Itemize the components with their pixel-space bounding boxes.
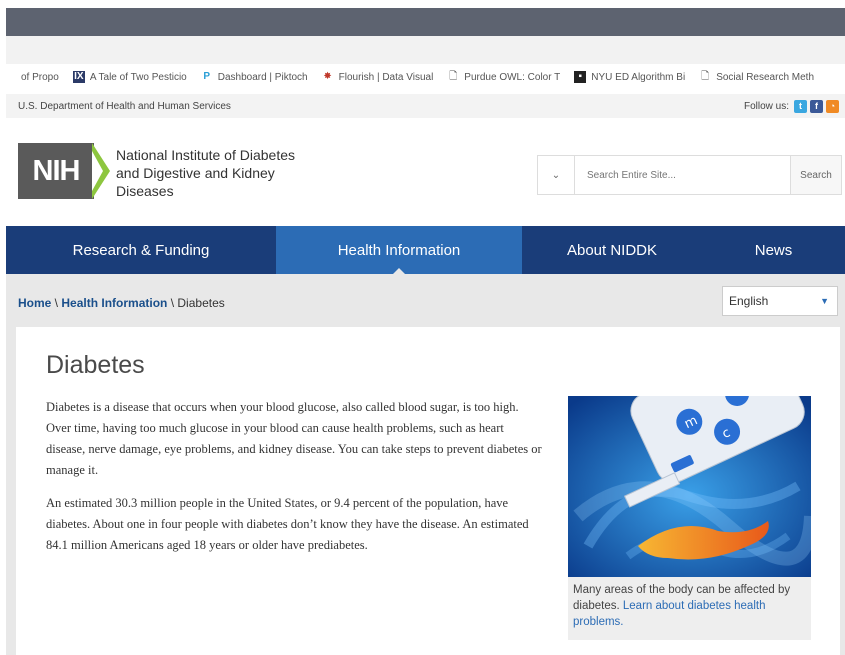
breadcrumb-health-information[interactable]: Health Information xyxy=(61,296,167,310)
bookmark-item[interactable]: ✸ Flourish | Data Visual xyxy=(322,71,434,83)
bookmark-label: of Propo xyxy=(21,71,59,83)
bookmark-label: Social Research Meth xyxy=(716,71,815,83)
follow-us: Follow us: t f ◔ xyxy=(743,99,839,113)
bookmark-item[interactable]: 🗋 Social Research Meth xyxy=(699,71,814,83)
breadcrumb-current: Diabetes xyxy=(177,296,225,310)
chevron-down-icon: ▼ xyxy=(820,296,829,306)
gov-bar: U.S. Department of Health and Human Serv… xyxy=(6,94,845,118)
flourish-icon: ✸ xyxy=(323,71,332,82)
browser-address-area xyxy=(6,36,845,64)
breadcrumb-separator: \ xyxy=(51,296,62,310)
nav-about-niddk[interactable]: About NIDDK xyxy=(522,226,702,274)
facebook-icon[interactable]: f xyxy=(810,99,823,113)
nih-logo[interactable]: NIH xyxy=(18,143,94,199)
search-button[interactable]: Search xyxy=(790,156,841,194)
nih-logo-chevron-inner xyxy=(92,151,103,191)
search-scope-dropdown[interactable]: ⌄ xyxy=(538,156,575,194)
site-search: ⌄ Search xyxy=(537,155,842,195)
nyu-icon: ▪ xyxy=(574,71,587,83)
breadcrumb: Home \ Health Information \ Diabetes xyxy=(18,296,225,310)
org-name[interactable]: National Institute of Diabetes and Diges… xyxy=(116,146,296,200)
article-figure: m c Many areas of the body can be affect… xyxy=(568,396,811,640)
figure-caption: Many areas of the body can be affected b… xyxy=(573,582,805,630)
bookmark-item[interactable]: P Dashboard | Piktoch xyxy=(201,71,308,83)
bookmark-item[interactable]: ▪ NYU ED Algorithm Bi xyxy=(574,71,685,83)
article-card: Diabetes Diabetes is a disease that occu… xyxy=(16,327,840,655)
bookmark-label: NYU ED Algorithm Bi xyxy=(591,71,686,83)
nav-research-funding[interactable]: Research & Funding xyxy=(6,226,276,274)
intro-paragraph: Diabetes is a disease that occurs when y… xyxy=(46,400,542,477)
hhs-link[interactable]: U.S. Department of Health and Human Serv… xyxy=(18,101,231,112)
bookmark-label: Dashboard | Piktoch xyxy=(217,71,308,83)
ix-icon: IX xyxy=(72,71,85,83)
bookmarks-bar: of Propo IX A Tale of Two Pesticio P Das… xyxy=(0,64,845,90)
page-icon xyxy=(4,71,16,83)
page-icon: 🗋 xyxy=(449,71,458,82)
search-input[interactable] xyxy=(575,156,790,194)
main-nav: Research & Funding Health Information Ab… xyxy=(6,226,845,274)
language-select[interactable]: English ▼ xyxy=(722,286,838,316)
nav-health-information[interactable]: Health Information xyxy=(276,226,522,274)
rss-icon[interactable]: ◔ xyxy=(826,99,839,113)
bookmark-item[interactable]: IX A Tale of Two Pesticio xyxy=(72,71,187,83)
statistics-paragraph: An estimated 30.3 million people in the … xyxy=(46,496,529,552)
follow-label: Follow us: xyxy=(743,100,789,112)
nav-news[interactable]: News xyxy=(702,226,845,274)
site-header: NIH National Institute of Diabetes and D… xyxy=(6,118,845,226)
breadcrumb-home[interactable]: Home xyxy=(18,296,51,310)
twitter-icon[interactable]: t xyxy=(794,99,807,113)
bookmark-label: Purdue OWL: Color T xyxy=(464,71,561,83)
bookmark-label: Flourish | Data Visual xyxy=(338,71,434,83)
page-title: Diabetes xyxy=(46,351,145,379)
piktochart-icon: P xyxy=(203,71,211,82)
bookmark-item[interactable]: of Propo xyxy=(4,71,59,83)
page-icon: 🗋 xyxy=(701,71,710,82)
glucose-meter-pancreas-image: m c xyxy=(568,396,811,577)
browser-titlebar xyxy=(6,8,845,36)
language-selected: English xyxy=(729,294,769,308)
chevron-down-icon: ⌄ xyxy=(551,169,561,181)
breadcrumb-separator: \ xyxy=(167,296,178,310)
bookmark-item[interactable]: 🗋 Purdue OWL: Color T xyxy=(447,71,560,83)
bookmark-label: A Tale of Two Pesticio xyxy=(89,71,187,83)
